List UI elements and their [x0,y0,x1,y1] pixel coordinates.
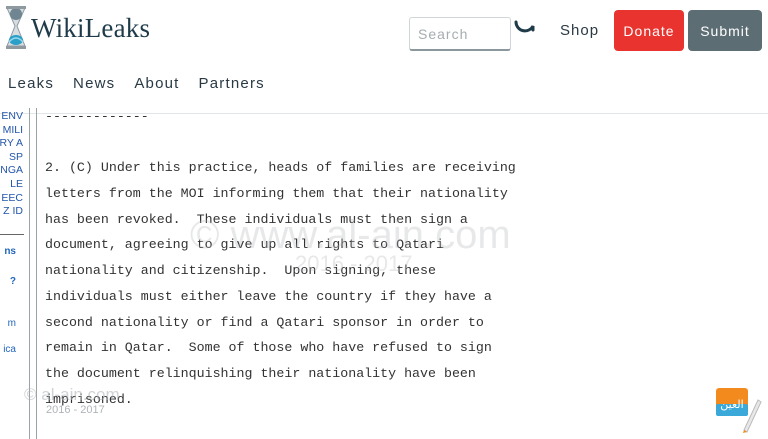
cable-line: imprisoned. [45,391,133,407]
cable-line: letters from the MOI informing them that… [45,186,508,202]
cable-line: 2. (C) Under this practice, heads of fam… [45,160,516,176]
submit-button[interactable]: Submit [688,10,762,51]
sidebar-tag[interactable]: SP [0,151,23,165]
search-icon[interactable] [512,14,538,40]
sidebar-tag[interactable]: Z ID [0,205,23,219]
cable-line: individuals must either leave the countr… [45,288,492,304]
sidebar-tag[interactable]: RY A [0,137,23,151]
donate-button[interactable]: Donate [614,10,684,51]
nav-item-about[interactable]: About [134,70,179,100]
search-box[interactable] [409,17,511,51]
watermark-main-years: 2016 - 2017 [295,251,413,276]
sidebar-tag-list: ENV MILI RY A SP NGA LE EEC Z ID [0,110,23,219]
sidebar-tag[interactable]: LE [0,178,23,192]
wikileaks-logo[interactable]: WikiLeaks [4,4,150,52]
site-header: WikiLeaks Shop Donate Submit [0,0,768,60]
hourglass-globe-icon [4,4,28,52]
sidebar-tag[interactable]: ENV [0,110,23,124]
sidebar-tag[interactable]: EEC [0,192,23,206]
sidebar-link[interactable]: m [8,318,16,329]
sidebar-link[interactable]: ? [10,276,16,287]
sidebar-tag[interactable]: NGA [0,164,23,178]
search-input[interactable] [410,18,510,49]
sidebar-link[interactable]: ica [3,344,16,355]
cable-line: second nationality or find a Qatari spon… [45,314,484,330]
cable-line: the document relinquishing their nationa… [45,365,476,381]
sidebar-link[interactable]: ns [4,246,16,257]
main-nav: Leaks News About Partners [0,70,265,100]
cable-line: remain in Qatar. Some of those who have … [45,340,492,356]
sidebar-separator [0,234,24,235]
sidebar-tag[interactable]: MILI [0,124,23,138]
al-ain-logo-text: العين [720,398,743,411]
watermark-small: © al-ain.com [24,385,120,404]
nav-item-leaks[interactable]: Leaks [8,70,54,100]
logo-text: WikiLeaks [31,12,151,43]
cable-line: ------------- [45,109,149,124]
cable-line [45,130,745,156]
watermark-small-years: 2016 - 2017 [46,404,105,416]
shop-link[interactable]: Shop [560,22,599,39]
nav-item-news[interactable]: News [73,70,115,100]
nav-item-partners[interactable]: Partners [199,70,265,100]
al-ain-logo-icon: العين [714,386,762,434]
